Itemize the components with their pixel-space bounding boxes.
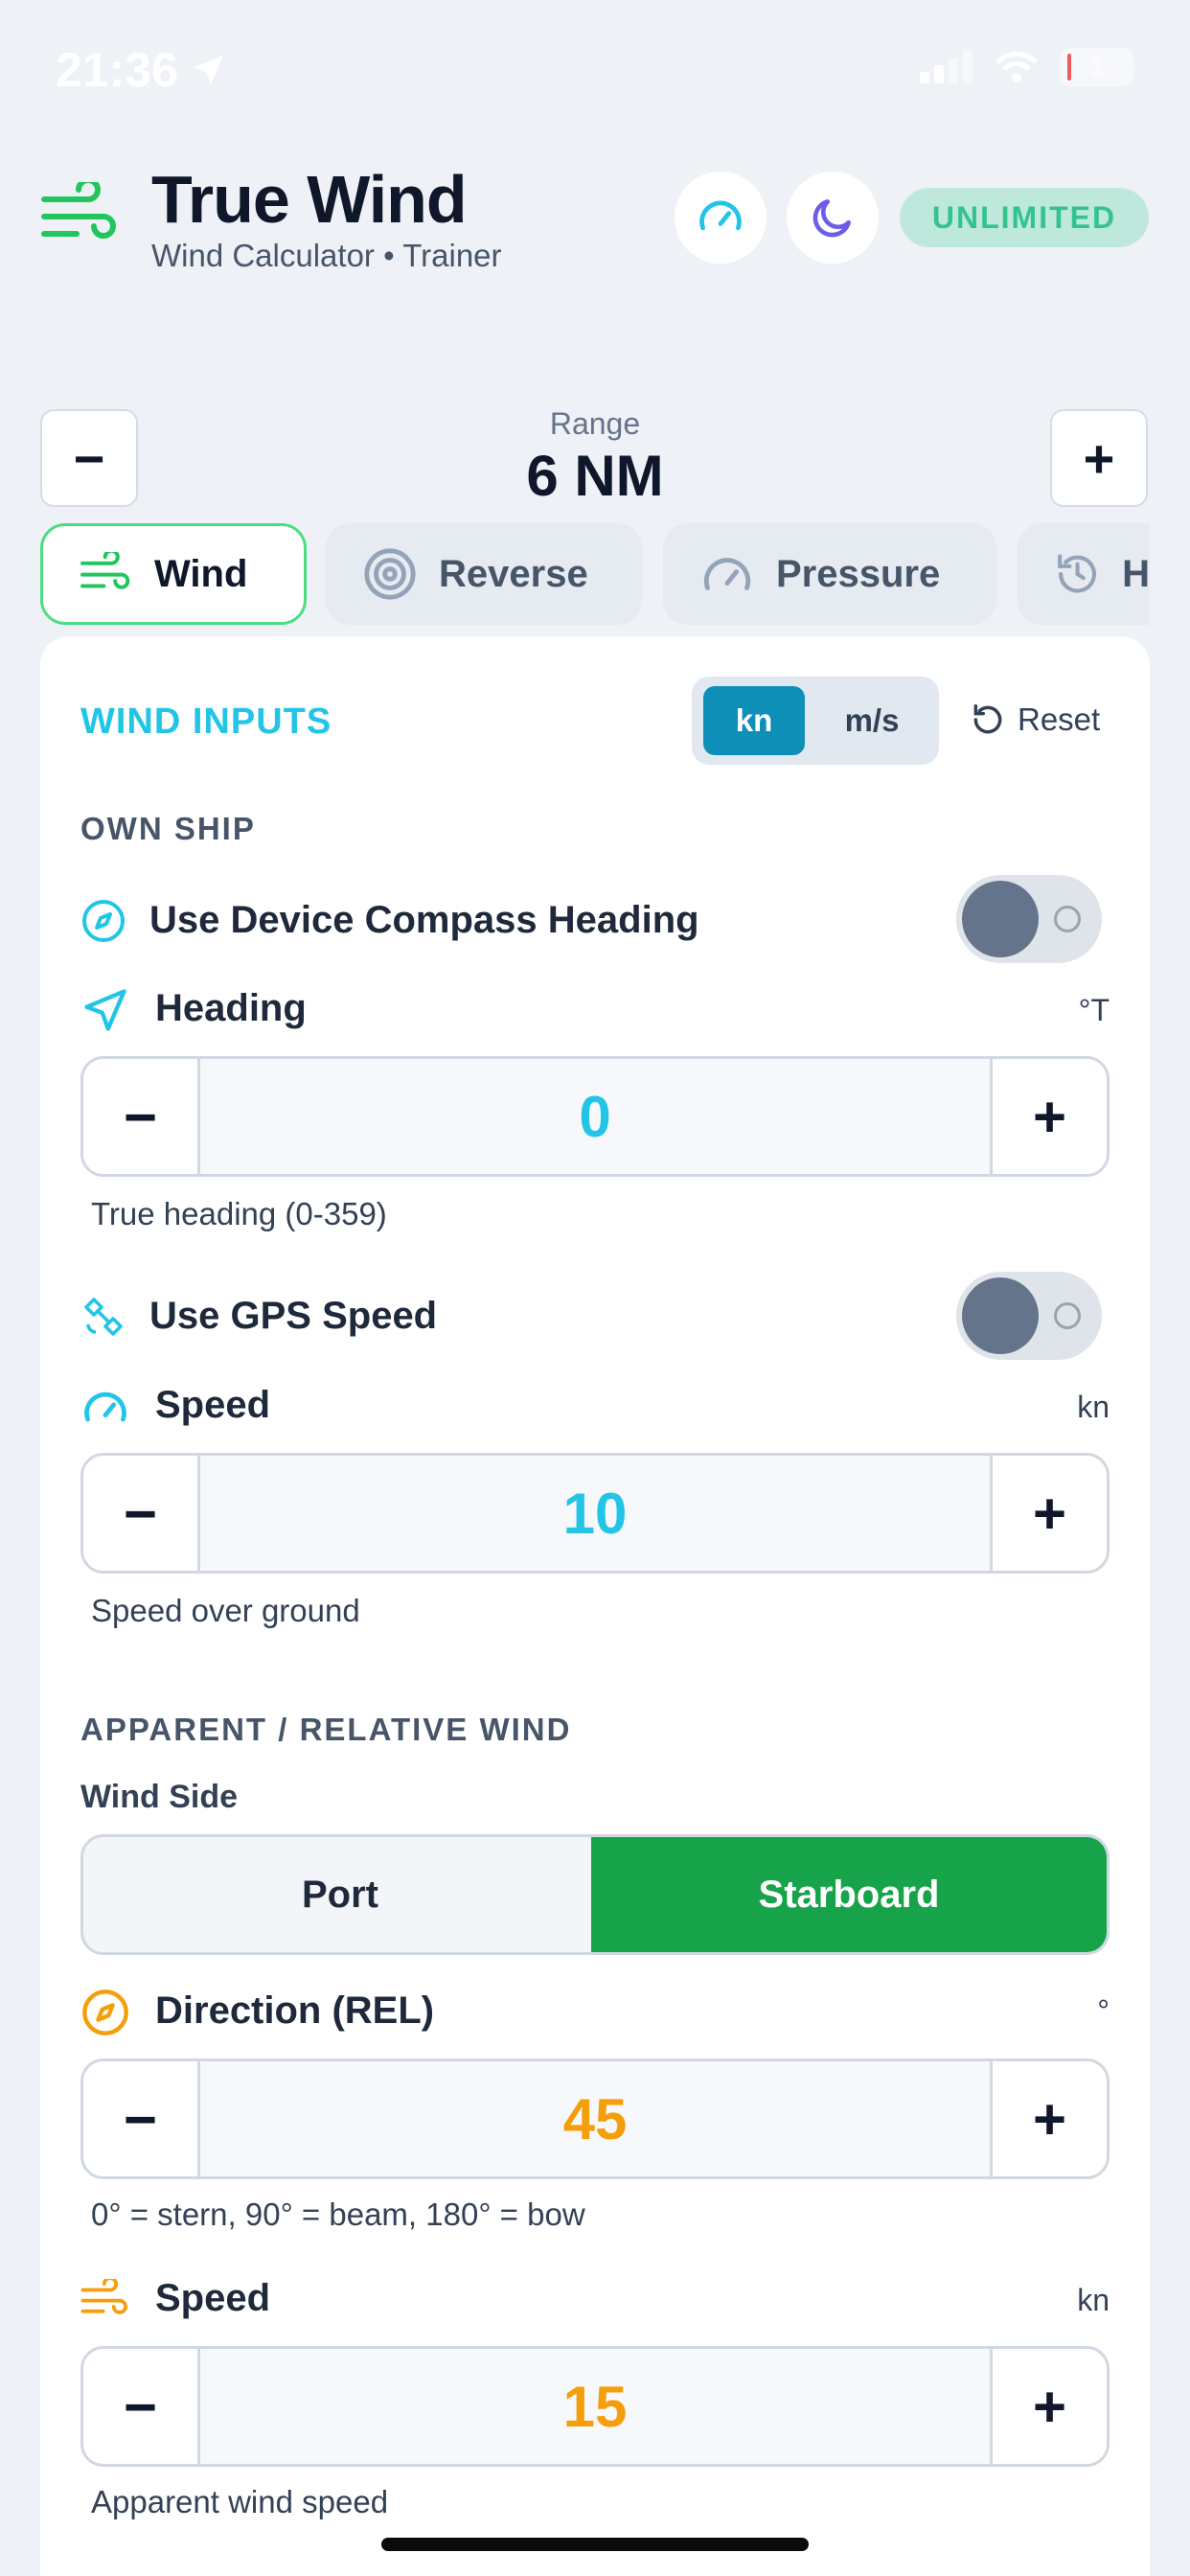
wind-direction-stepper: − 45 +: [80, 2058, 1110, 2179]
range-value: 6 NM: [526, 444, 664, 508]
wind-direction-unit: °: [1097, 1993, 1110, 2028]
heading-value[interactable]: 0: [200, 1059, 990, 1174]
wifi-icon: [995, 52, 1038, 82]
app-logo-wind-icon: [40, 177, 121, 254]
wind-direction-increase-button[interactable]: +: [990, 2061, 1107, 2176]
wind-side-label: Wind Side: [80, 1779, 239, 1815]
heading-stepper: − 0 +: [80, 1056, 1110, 1177]
ship-speed-increase-button[interactable]: +: [990, 1456, 1107, 1571]
speedometer-icon: [84, 1392, 126, 1422]
unlimited-badge[interactable]: UNLIMITED: [900, 188, 1149, 247]
wind-speed-decrease-button[interactable]: −: [83, 2349, 200, 2464]
reset-icon: [973, 704, 1002, 734]
status-time: 21:36: [56, 42, 228, 98]
range-increase-button[interactable]: +: [1050, 409, 1148, 507]
heading-decrease-button[interactable]: −: [83, 1059, 200, 1174]
home-indicator[interactable]: [381, 2538, 809, 2551]
target-icon: [364, 548, 416, 600]
gauge-icon: [703, 558, 751, 590]
wind-direction-hint: 0° = stern, 90° = beam, 180° = bow: [91, 2196, 585, 2232]
unit-ms-button[interactable]: m/s: [816, 686, 927, 755]
satellite-icon: [84, 1298, 123, 1336]
own-ship-heading: OWN SHIP: [80, 811, 256, 846]
range-label: Range: [549, 406, 641, 441]
wind-speed-increase-button[interactable]: +: [990, 2349, 1107, 2464]
compass-icon: [82, 900, 125, 942]
wind-direction-decrease-button[interactable]: −: [83, 2061, 200, 2176]
tab-reverse[interactable]: Reverse: [326, 523, 642, 625]
ship-speed-decrease-button[interactable]: −: [83, 1456, 200, 1571]
app-subtitle: Wind Calculator • Trainer: [151, 238, 502, 273]
navigation-arrow-icon: [84, 989, 126, 1031]
app-title: True Wind: [151, 162, 468, 237]
battery-icon: 1: [1060, 48, 1134, 86]
history-icon: [1058, 554, 1096, 593]
compass-toggle-label: Use Device Compass Heading: [149, 899, 699, 941]
wind-icon: [80, 2279, 127, 2314]
tab-history[interactable]: H: [1018, 523, 1150, 625]
toggle-knob: [962, 881, 1039, 957]
compass-icon: [82, 1990, 128, 2036]
status-indicators: 1: [920, 48, 1134, 86]
ship-speed-unit: kn: [1077, 1390, 1110, 1424]
wind-speed-hint: Apparent wind speed: [91, 2484, 389, 2519]
compass-heading-toggle[interactable]: [956, 875, 1102, 963]
toggle-off-indicator: [1054, 1302, 1081, 1329]
heading-label: Heading: [155, 987, 307, 1029]
wind-icon: [80, 552, 130, 589]
dark-mode-button[interactable]: [787, 172, 879, 264]
toggle-knob: [962, 1277, 1039, 1354]
toggle-off-indicator: [1054, 906, 1081, 932]
ship-speed-label: Speed: [155, 1384, 271, 1426]
tab-pressure[interactable]: Pressure: [663, 523, 996, 625]
unit-kn-button[interactable]: kn: [703, 686, 805, 755]
gps-speed-toggle[interactable]: [956, 1272, 1102, 1360]
heading-hint: True heading (0-359): [91, 1196, 387, 1231]
apparent-wind-heading: APPARENT / RELATIVE WIND: [80, 1712, 572, 1747]
wind-inputs-title: WIND INPUTS: [80, 702, 332, 742]
wind-speed-label: Speed: [155, 2277, 271, 2319]
tab-wind[interactable]: Wind: [40, 523, 307, 625]
wind-direction-label: Direction (REL): [155, 1990, 435, 2032]
speedometer-button[interactable]: [675, 172, 767, 264]
signal-icon: [920, 51, 973, 83]
wind-speed-stepper: − 15 +: [80, 2346, 1110, 2467]
ship-speed-hint: Speed over ground: [91, 1593, 360, 1628]
speedometer-icon: [699, 200, 742, 231]
wind-speed-value[interactable]: 15: [200, 2349, 990, 2464]
wind-speed-unit: kn: [1077, 2283, 1110, 2317]
moon-icon: [812, 199, 851, 238]
wind-direction-value[interactable]: 45: [200, 2061, 990, 2176]
heading-unit: °T: [1078, 993, 1110, 1027]
ship-speed-stepper: − 10 +: [80, 1453, 1110, 1574]
reset-button[interactable]: Reset: [970, 702, 1100, 738]
wind-side-starboard-button[interactable]: Starboard: [591, 1837, 1107, 1952]
ship-speed-value[interactable]: 10: [200, 1456, 990, 1571]
wind-side-port-button[interactable]: Port: [83, 1837, 597, 1952]
location-arrow-icon: [194, 56, 223, 84]
wind-side-selector: Port Starboard: [80, 1834, 1110, 1955]
gps-toggle-label: Use GPS Speed: [149, 1295, 438, 1337]
heading-increase-button[interactable]: +: [990, 1059, 1107, 1174]
